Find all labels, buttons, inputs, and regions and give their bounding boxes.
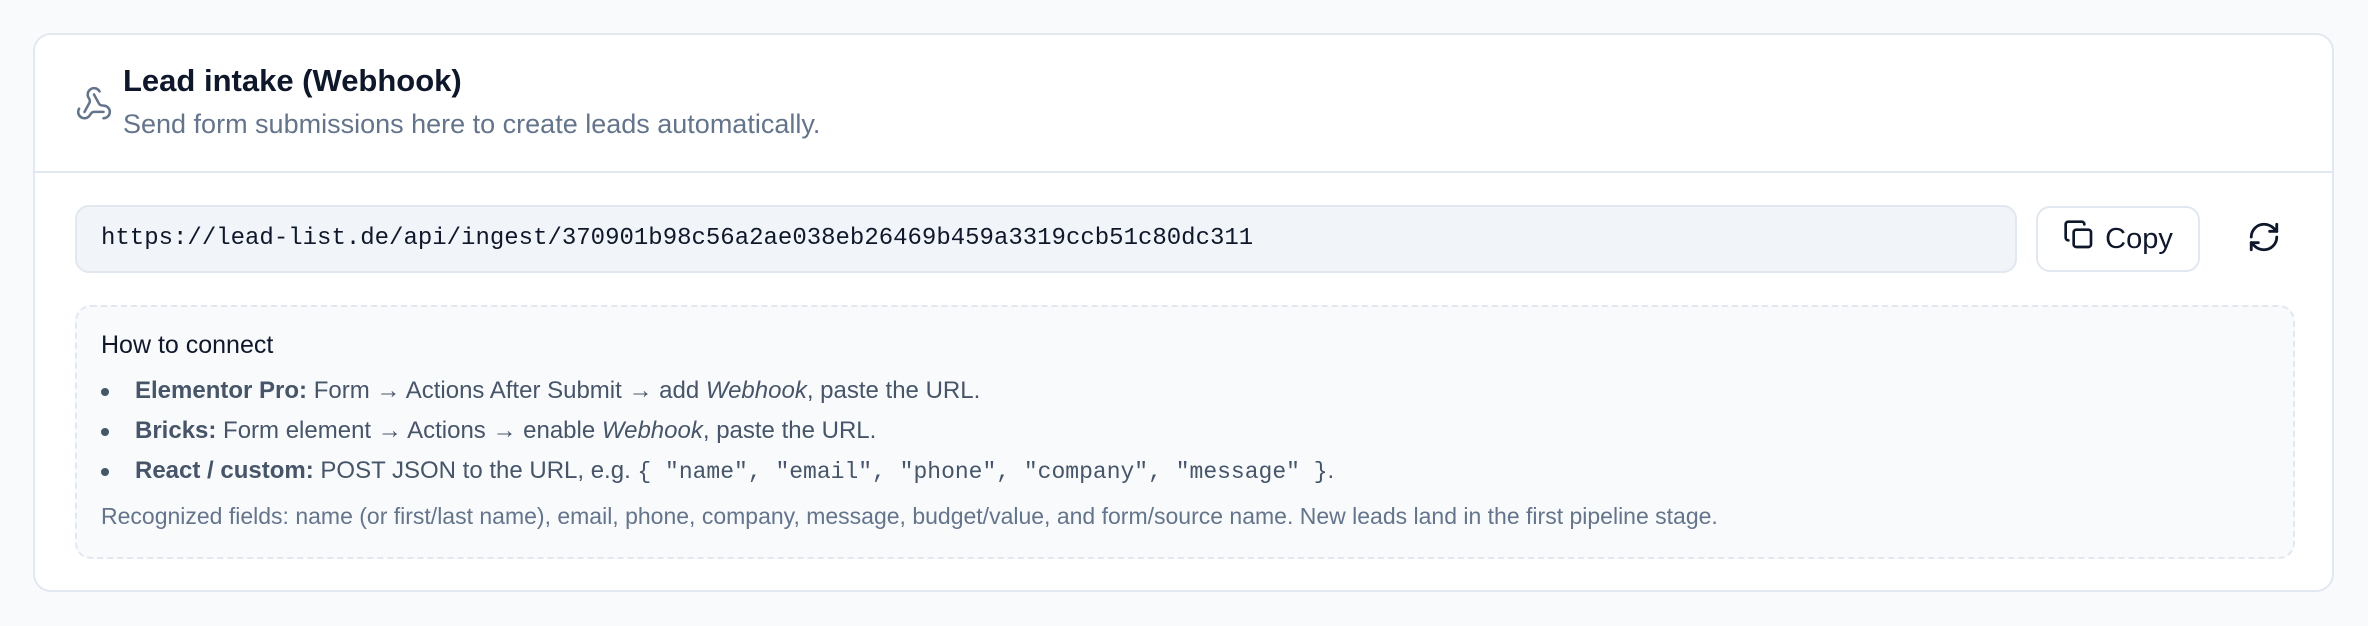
webhook-card: Lead intake (Webhook) Send form submissi… [33,33,2334,592]
copy-button[interactable]: Copy [2036,206,2200,272]
step-text: Form → Actions After Submit → add [313,377,700,404]
refresh-icon [2247,220,2281,259]
card-title: Lead intake (Webhook) [123,63,462,98]
recognized-fields-note: Recognized fields: name (or first/last n… [101,503,1718,529]
webhook-icon [75,85,113,123]
copy-button-label: Copy [2105,222,2173,255]
step-name: Bricks: [135,417,217,444]
connect-instructions: How to connect Elementor Pro: Form → Act… [75,305,2295,559]
step-text-end: . [1327,457,1335,484]
step-text-end: , paste the URL. [806,377,981,404]
list-item: Bricks: Form element → Actions → enable … [101,411,1334,451]
list-item: React / custom: POST JSON to the URL, e.… [101,451,1334,491]
regenerate-button[interactable] [2231,206,2297,272]
step-emphasis: Webhook [601,417,703,444]
step-text: Form element → Actions → enable [223,417,596,444]
list-item: Elementor Pro: Form → Actions After Subm… [101,371,1334,411]
help-title: How to connect [101,331,274,359]
step-text: POST JSON to the URL, e.g. [320,457,631,484]
webhook-url-field[interactable]: https://lead-list.de/api/ingest/370901b9… [75,205,2017,273]
step-name: Elementor Pro: [135,377,308,404]
step-emphasis: Webhook [705,377,807,404]
steps-list: Elementor Pro: Form → Actions After Subm… [101,371,1334,491]
card-header: Lead intake (Webhook) Send form submissi… [35,35,2332,173]
step-text-end: , paste the URL. [702,417,877,444]
step-name: React / custom: [135,457,314,484]
copy-icon [2063,219,2095,259]
json-fields-code: { "name", "email", "phone", "company", "… [637,459,1328,485]
card-subtitle: Send form submissions here to create lea… [123,109,821,139]
